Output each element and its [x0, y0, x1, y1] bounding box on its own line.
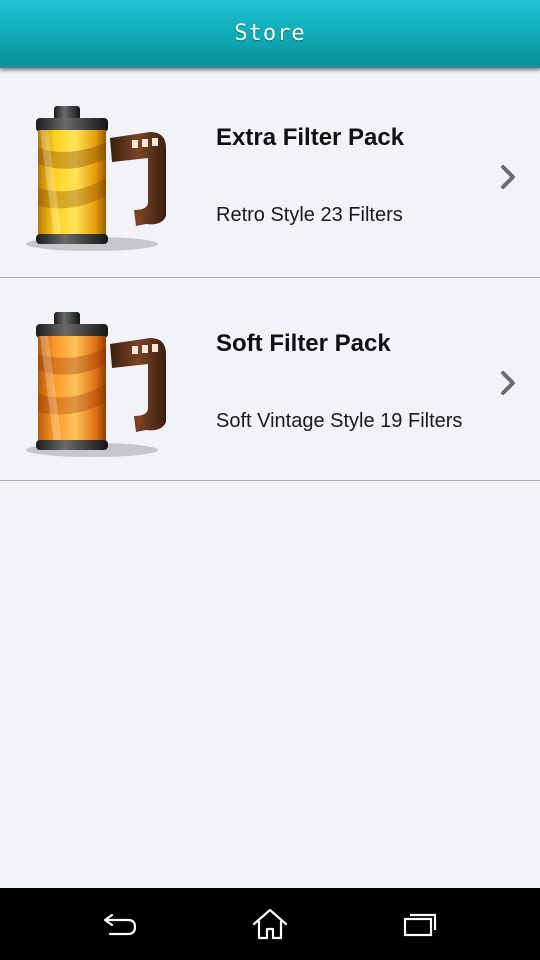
- store-item-list: Extra Filter Pack Retro Style 23 Filters: [0, 72, 540, 481]
- back-button[interactable]: [98, 904, 142, 944]
- page-title: Store: [234, 20, 306, 46]
- back-arrow-icon: [103, 913, 137, 936]
- store-item-soft-filter-pack[interactable]: Soft Filter Pack Soft Vintage Style 19 F…: [0, 278, 540, 481]
- system-navigation-bar: [0, 888, 540, 960]
- film-roll-orange-icon: [26, 312, 166, 457]
- item-description: Soft Vintage Style 19 Filters: [216, 410, 463, 432]
- store-item-extra-filter-pack[interactable]: Extra Filter Pack Retro Style 23 Filters: [0, 72, 540, 278]
- app-header: Store: [0, 0, 540, 68]
- recent-apps-icon: [403, 913, 437, 937]
- item-description: Retro Style 23 Filters: [216, 204, 403, 226]
- chevron-right-icon: [501, 371, 515, 395]
- item-title: Extra Filter Pack: [216, 124, 405, 151]
- recent-apps-button[interactable]: [398, 904, 442, 944]
- chevron-right-icon: [501, 165, 515, 189]
- home-button[interactable]: [248, 904, 292, 944]
- film-roll-yellow-icon: [26, 106, 166, 251]
- item-title: Soft Filter Pack: [216, 330, 391, 357]
- home-icon: [252, 908, 288, 940]
- store-screen: Store Extra Filter Pack Retro Style 23 F…: [0, 0, 540, 960]
